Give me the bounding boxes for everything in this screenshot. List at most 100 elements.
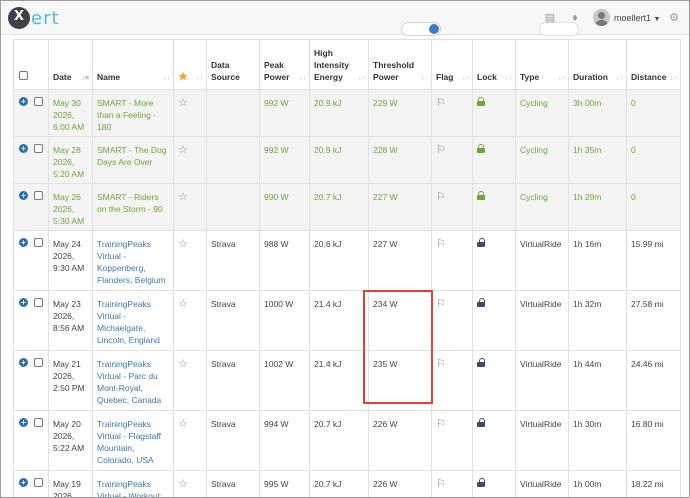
flag-icon[interactable]: ⚐ [436,418,446,430]
flag-icon[interactable]: ⚐ [436,358,446,370]
col-hie[interactable]: High Intensity Energy ↓↑ [309,39,369,90]
activity-name-link[interactable]: SMART - The Dog Days Are Over [92,136,174,184]
sort-icon[interactable]: ↓↑ [163,75,170,82]
col-data-source[interactable]: Data Source [206,39,260,90]
col-lock-label: Lock [477,72,497,82]
view-toggle[interactable] [401,22,441,36]
flag-icon[interactable]: ⚐ [436,191,446,203]
username[interactable]: moellert1 ▼ [614,13,660,23]
sort-icon[interactable]: ↓↑ [616,75,623,82]
lock-icon[interactable] [477,478,485,487]
row-checkbox[interactable] [34,298,43,307]
sort-desc-icon[interactable]: ↓≡ [81,75,89,82]
star-outline-icon[interactable]: ☆ [178,97,188,109]
activity-name-link[interactable]: TrainingPeaks Virtual - Workout: [92,470,174,497]
star-outline-icon[interactable]: ☆ [178,298,188,310]
table-row[interactable]: + May 26 2026, 5:30 AM SMART - Riders on t… [13,183,681,231]
activity-name-link[interactable]: TrainingPeaks Virtual - Koppenberg, Flan… [92,230,174,291]
lock-icon[interactable] [477,418,485,427]
table-row[interactable]: + May 28 2026, 5:20 AM SMART - The Dog Day… [13,136,681,184]
star-outline-icon[interactable]: ☆ [178,418,188,430]
row-checkbox[interactable] [34,191,43,200]
col-threshold-power[interactable]: Threshold Power ↓↑ [368,39,432,90]
source-cell: Strava [206,470,260,497]
expand-icon[interactable]: + [19,478,28,487]
bell-icon[interactable]: ♦ [568,11,582,25]
col-lock[interactable]: Lock ↓↑ [472,39,516,90]
table-row[interactable]: + May 20 2026, 5:22 AM TrainingPeaks Virtu… [13,410,681,471]
sort-icon[interactable]: ↓↑ [358,75,365,82]
flag-icon[interactable]: ⚐ [436,298,446,310]
sort-icon[interactable]: ↓↑ [196,75,203,82]
top-bar: X ert ▤ ♦ moellert1 ▼ ⚙ [1,1,689,36]
hie-cell: 20.7 kJ [309,470,369,497]
col-date[interactable]: Date ↓≡ [48,39,93,90]
activity-name-link[interactable]: SMART - More than a Feeling - 180 [92,89,174,137]
flag-icon[interactable]: ⚐ [436,144,446,156]
col-name[interactable]: Name ↓↑ [92,39,174,90]
lock-icon[interactable] [477,97,485,106]
col-flag[interactable]: Flag ↓↑ [431,39,473,90]
table-row[interactable]: + May 24 2026, 9:30 AM TrainingPeaks Virtu… [13,230,681,291]
duration-cell: 1h 16m [568,230,627,291]
settings-icon[interactable]: ⚙ [667,11,681,25]
expand-icon[interactable]: + [19,358,28,367]
activity-name-link[interactable]: SMART - Riders on the Storm - 90 [92,183,174,231]
table-row[interactable]: + May 30 2026, 6:00 AM SMART - More than a… [13,89,681,137]
col-type[interactable]: Type ↓↑ [515,39,569,90]
expand-icon[interactable]: + [19,191,28,200]
star-outline-icon[interactable]: ☆ [178,358,188,370]
col-distance[interactable]: Distance ↓↑ [626,39,681,90]
lock-icon[interactable] [477,191,485,200]
lock-icon[interactable] [477,238,485,247]
row-checkbox[interactable] [34,418,43,427]
row-controls: + [13,350,49,411]
peak-power-cell: 1000 W [259,290,310,351]
sort-icon[interactable]: ↓↑ [299,75,306,82]
expand-icon[interactable]: + [19,144,28,153]
flag-icon[interactable]: ⚐ [436,478,446,490]
flag-icon[interactable]: ⚐ [436,238,446,250]
flag-icon[interactable]: ⚐ [436,97,446,109]
expand-icon[interactable]: + [19,418,28,427]
expand-icon[interactable]: + [19,97,28,106]
star-outline-icon[interactable]: ☆ [178,478,188,490]
row-checkbox[interactable] [34,144,43,153]
sort-icon[interactable]: ↓↑ [505,75,512,82]
select-all-checkbox[interactable] [19,71,28,80]
sort-icon[interactable]: ↓↑ [462,75,469,82]
sort-icon[interactable]: ↓↑ [421,75,428,82]
select-all-cell [13,39,49,90]
star-outline-icon[interactable]: ☆ [178,238,188,250]
expand-icon[interactable]: + [19,238,28,247]
col-distance-label: Distance [631,72,667,82]
avatar[interactable] [593,9,610,26]
col-peak-power[interactable]: Peak Power ↓↑ [259,39,310,90]
chevron-down-icon[interactable]: ▼ [654,16,661,23]
row-checkbox[interactable] [34,238,43,247]
row-checkbox[interactable] [34,97,43,106]
activity-name-link[interactable]: TrainingPeaks Virtual - Parc du Mont-Roy… [92,350,174,411]
row-checkbox[interactable] [34,358,43,367]
sort-icon[interactable]: ↓↑ [558,75,565,82]
activity-name-link[interactable]: TrainingPeaks Virtual - Flagstaff Mounta… [92,410,174,471]
col-favorite[interactable]: ★ ↓↑ [173,39,207,90]
app-logo[interactable]: X ert [8,7,68,29]
lock-icon[interactable] [477,144,485,153]
star-outline-icon[interactable]: ☆ [178,144,188,156]
lock-icon[interactable] [477,298,485,307]
message-icon[interactable]: ▤ [543,11,557,25]
table-row[interactable]: + May 21 2026, 2:50 PM TrainingPeaks Virtu… [13,350,681,411]
flag-cell: ⚐ [431,230,473,291]
duration-cell: 1h 32m [568,290,627,351]
col-duration[interactable]: Duration ↓↑ [568,39,627,90]
table-row[interactable]: + May 19 2026, TrainingPeaks Virtual - Wor… [13,470,681,497]
sort-icon[interactable]: ↓↑ [670,75,677,82]
row-checkbox[interactable] [34,478,43,487]
table-row[interactable]: + May 23 2026, 8:56 AM TrainingPeaks Virtu… [13,290,681,351]
activity-name-link[interactable]: TrainingPeaks Virtual - Michaelgate, Lin… [92,290,174,351]
lock-icon[interactable] [477,358,485,367]
expand-icon[interactable]: + [19,298,28,307]
source-cell: Strava [206,230,260,291]
star-outline-icon[interactable]: ☆ [178,191,188,203]
